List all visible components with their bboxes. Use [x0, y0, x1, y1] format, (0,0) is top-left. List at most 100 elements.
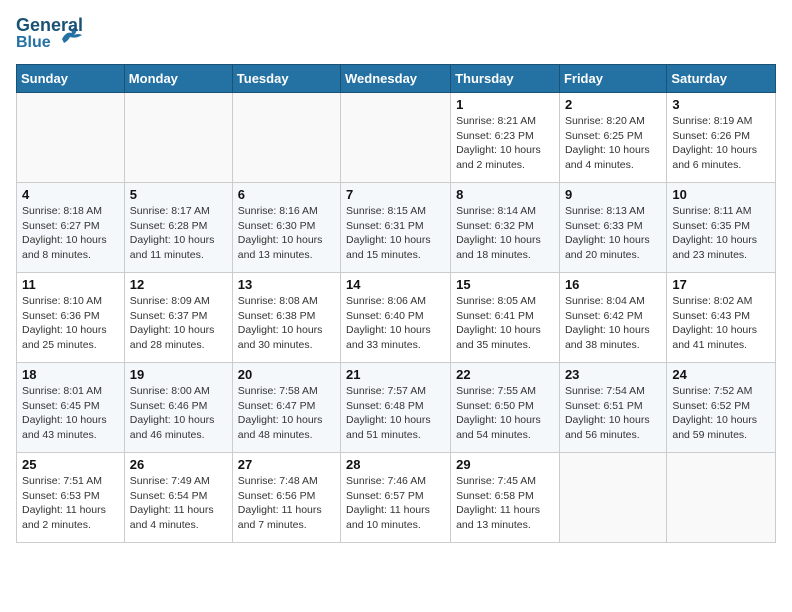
day-number: 8 — [456, 187, 554, 202]
calendar-cell: 15 Sunrise: 8:05 AMSunset: 6:41 PMDayligh… — [451, 273, 560, 363]
day-number: 4 — [22, 187, 119, 202]
day-number: 21 — [346, 367, 445, 382]
day-detail: Sunrise: 8:21 AMSunset: 6:23 PMDaylight:… — [456, 114, 554, 173]
day-detail: Sunrise: 8:14 AMSunset: 6:32 PMDaylight:… — [456, 204, 554, 263]
day-number: 29 — [456, 457, 554, 472]
day-number: 9 — [565, 187, 661, 202]
calendar-cell: 24 Sunrise: 7:52 AMSunset: 6:52 PMDayligh… — [667, 363, 776, 453]
day-number: 2 — [565, 97, 661, 112]
week-row-1: 1 Sunrise: 8:21 AMSunset: 6:23 PMDaylight… — [17, 93, 776, 183]
week-row-4: 18Sunrise: 8:01 AMSunset: 6:45 PMDayligh… — [17, 363, 776, 453]
day-detail: Sunrise: 7:46 AMSunset: 6:57 PMDaylight:… — [346, 474, 445, 533]
day-number: 20 — [238, 367, 335, 382]
day-number: 15 — [456, 277, 554, 292]
calendar-cell — [559, 453, 666, 543]
calendar-table: SundayMondayTuesdayWednesdayThursdayFrid… — [16, 64, 776, 543]
calendar-cell — [124, 93, 232, 183]
day-detail: Sunrise: 7:52 AMSunset: 6:52 PMDaylight:… — [672, 384, 770, 443]
day-number: 25 — [22, 457, 119, 472]
day-number: 13 — [238, 277, 335, 292]
calendar-cell: 20Sunrise: 7:58 AMSunset: 6:47 PMDayligh… — [232, 363, 340, 453]
weekday-header-saturday: Saturday — [667, 65, 776, 93]
week-row-5: 25 Sunrise: 7:51 AMSunset: 6:53 PMDayligh… — [17, 453, 776, 543]
calendar-cell — [232, 93, 340, 183]
calendar-cell: 5 Sunrise: 8:17 AMSunset: 6:28 PMDaylight… — [124, 183, 232, 273]
day-detail: Sunrise: 8:18 AMSunset: 6:27 PMDaylight:… — [22, 204, 119, 263]
day-detail: Sunrise: 7:45 AMSunset: 6:58 PMDaylight:… — [456, 474, 554, 533]
calendar-cell: 28 Sunrise: 7:46 AMSunset: 6:57 PMDayligh… — [341, 453, 451, 543]
calendar-cell: 27 Sunrise: 7:48 AMSunset: 6:56 PMDayligh… — [232, 453, 340, 543]
calendar-cell: 22 Sunrise: 7:55 AMSunset: 6:50 PMDayligh… — [451, 363, 560, 453]
logo: General Blue — [16, 16, 84, 54]
day-number: 22 — [456, 367, 554, 382]
day-number: 12 — [130, 277, 227, 292]
weekday-header-monday: Monday — [124, 65, 232, 93]
calendar-cell — [341, 93, 451, 183]
day-number: 23 — [565, 367, 661, 382]
weekday-header-sunday: Sunday — [17, 65, 125, 93]
calendar-cell: 2 Sunrise: 8:20 AMSunset: 6:25 PMDaylight… — [559, 93, 666, 183]
calendar-cell: 8 Sunrise: 8:14 AMSunset: 6:32 PMDaylight… — [451, 183, 560, 273]
week-row-3: 11 Sunrise: 8:10 AMSunset: 6:36 PMDayligh… — [17, 273, 776, 363]
day-detail: Sunrise: 7:57 AMSunset: 6:48 PMDaylight:… — [346, 384, 445, 443]
day-number: 18 — [22, 367, 119, 382]
day-detail: Sunrise: 8:09 AMSunset: 6:37 PMDaylight:… — [130, 294, 227, 353]
calendar-cell: 3 Sunrise: 8:19 AMSunset: 6:26 PMDaylight… — [667, 93, 776, 183]
day-detail: Sunrise: 8:16 AMSunset: 6:30 PMDaylight:… — [238, 204, 335, 263]
day-number: 26 — [130, 457, 227, 472]
day-detail: Sunrise: 8:06 AMSunset: 6:40 PMDaylight:… — [346, 294, 445, 353]
calendar-cell: 13 Sunrise: 8:08 AMSunset: 6:38 PMDayligh… — [232, 273, 340, 363]
day-detail: Sunrise: 8:05 AMSunset: 6:41 PMDaylight:… — [456, 294, 554, 353]
day-detail: Sunrise: 8:08 AMSunset: 6:38 PMDaylight:… — [238, 294, 335, 353]
calendar-cell: 11 Sunrise: 8:10 AMSunset: 6:36 PMDayligh… — [17, 273, 125, 363]
calendar-cell: 19 Sunrise: 8:00 AMSunset: 6:46 PMDayligh… — [124, 363, 232, 453]
calendar-cell: 21 Sunrise: 7:57 AMSunset: 6:48 PMDayligh… — [341, 363, 451, 453]
day-number: 27 — [238, 457, 335, 472]
day-detail: Sunrise: 7:48 AMSunset: 6:56 PMDaylight:… — [238, 474, 335, 533]
day-detail: Sunrise: 8:10 AMSunset: 6:36 PMDaylight:… — [22, 294, 119, 353]
calendar-cell — [667, 453, 776, 543]
day-detail: Sunrise: 8:11 AMSunset: 6:35 PMDaylight:… — [672, 204, 770, 263]
calendar-cell: 26 Sunrise: 7:49 AMSunset: 6:54 PMDayligh… — [124, 453, 232, 543]
page-header: General Blue — [16, 16, 776, 54]
day-number: 3 — [672, 97, 770, 112]
day-number: 19 — [130, 367, 227, 382]
calendar-cell: 6Sunrise: 8:16 AMSunset: 6:30 PMDaylight… — [232, 183, 340, 273]
week-row-2: 4 Sunrise: 8:18 AMSunset: 6:27 PMDaylight… — [17, 183, 776, 273]
weekday-header-tuesday: Tuesday — [232, 65, 340, 93]
day-number: 5 — [130, 187, 227, 202]
day-number: 28 — [346, 457, 445, 472]
day-number: 16 — [565, 277, 661, 292]
day-number: 10 — [672, 187, 770, 202]
day-detail: Sunrise: 8:00 AMSunset: 6:46 PMDaylight:… — [130, 384, 227, 443]
day-detail: Sunrise: 8:13 AMSunset: 6:33 PMDaylight:… — [565, 204, 661, 263]
day-number: 7 — [346, 187, 445, 202]
calendar-cell: 23 Sunrise: 7:54 AMSunset: 6:51 PMDayligh… — [559, 363, 666, 453]
calendar-cell: 29 Sunrise: 7:45 AMSunset: 6:58 PMDayligh… — [451, 453, 560, 543]
calendar-cell: 17 Sunrise: 8:02 AMSunset: 6:43 PMDayligh… — [667, 273, 776, 363]
weekday-header-thursday: Thursday — [451, 65, 560, 93]
day-number: 1 — [456, 97, 554, 112]
weekday-header-wednesday: Wednesday — [341, 65, 451, 93]
day-detail: Sunrise: 8:17 AMSunset: 6:28 PMDaylight:… — [130, 204, 227, 263]
day-number: 24 — [672, 367, 770, 382]
calendar-cell: 12 Sunrise: 8:09 AMSunset: 6:37 PMDayligh… — [124, 273, 232, 363]
calendar-cell: 1 Sunrise: 8:21 AMSunset: 6:23 PMDaylight… — [451, 93, 560, 183]
day-number: 11 — [22, 277, 119, 292]
day-detail: Sunrise: 7:54 AMSunset: 6:51 PMDaylight:… — [565, 384, 661, 443]
calendar-cell: 14Sunrise: 8:06 AMSunset: 6:40 PMDayligh… — [341, 273, 451, 363]
day-detail: Sunrise: 7:51 AMSunset: 6:53 PMDaylight:… — [22, 474, 119, 533]
calendar-cell: 9 Sunrise: 8:13 AMSunset: 6:33 PMDaylight… — [559, 183, 666, 273]
day-number: 17 — [672, 277, 770, 292]
day-detail: Sunrise: 7:49 AMSunset: 6:54 PMDaylight:… — [130, 474, 227, 533]
day-detail: Sunrise: 8:20 AMSunset: 6:25 PMDaylight:… — [565, 114, 661, 173]
calendar-cell: 16 Sunrise: 8:04 AMSunset: 6:42 PMDayligh… — [559, 273, 666, 363]
calendar-cell: 10 Sunrise: 8:11 AMSunset: 6:35 PMDayligh… — [667, 183, 776, 273]
weekday-header-row: SundayMondayTuesdayWednesdayThursdayFrid… — [17, 65, 776, 93]
day-detail: Sunrise: 8:15 AMSunset: 6:31 PMDaylight:… — [346, 204, 445, 263]
day-detail: Sunrise: 8:19 AMSunset: 6:26 PMDaylight:… — [672, 114, 770, 173]
calendar-cell: 4 Sunrise: 8:18 AMSunset: 6:27 PMDaylight… — [17, 183, 125, 273]
day-detail: Sunrise: 7:55 AMSunset: 6:50 PMDaylight:… — [456, 384, 554, 443]
day-detail: Sunrise: 8:04 AMSunset: 6:42 PMDaylight:… — [565, 294, 661, 353]
day-detail: Sunrise: 8:02 AMSunset: 6:43 PMDaylight:… — [672, 294, 770, 353]
